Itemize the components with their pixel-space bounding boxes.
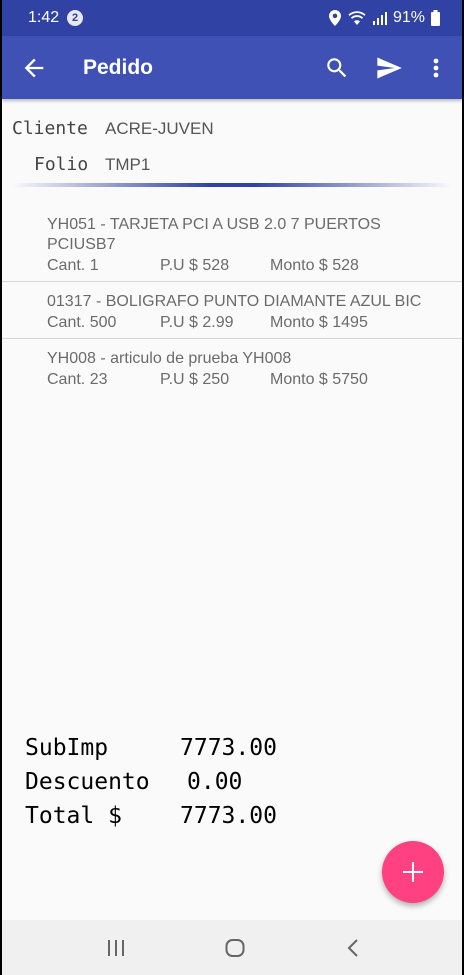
recent-apps-icon[interactable] <box>104 937 128 959</box>
back-nav-icon[interactable] <box>342 937 366 959</box>
page-title: Pedido <box>83 56 154 79</box>
screen: 1:42 2 91% Pedido Cliente ACRE-JUVEN Fol… <box>2 0 462 975</box>
item-quantity: Cant. 1 <box>47 257 99 274</box>
folio-value: TMP1 <box>105 155 151 174</box>
header-divider <box>12 183 452 187</box>
wifi-icon <box>347 10 367 26</box>
item-quantity: Cant. 23 <box>47 371 108 388</box>
status-bar: 1:42 2 91% <box>2 0 462 36</box>
cliente-label: Cliente <box>12 118 88 139</box>
signal-icon <box>372 10 387 26</box>
phone-frame: 1:42 2 91% Pedido Cliente ACRE-JUVEN Fol… <box>0 0 464 975</box>
subimp-value: 7773.00 <box>180 735 277 761</box>
order-item[interactable]: 01317 - BOLIGRAFO PUNTO DIAMANTE AZUL BI… <box>2 282 462 339</box>
battery-text: 91% <box>392 9 425 26</box>
item-details-row: Cant. 1 P.U $ 528 Monto $ 528 <box>47 257 462 279</box>
item-unit-price: P.U $ 250 <box>160 371 230 388</box>
system-nav-bar <box>2 920 462 975</box>
status-icons: 91% <box>328 8 440 28</box>
order-item[interactable]: YH051 - TARJETA PCI A USB 2.0 7 PUERTOS … <box>2 205 462 282</box>
descuento-label: Descuento <box>25 769 150 795</box>
item-amount: Monto $ 5750 <box>270 371 368 388</box>
item-details-row: Cant. 23 P.U $ 250 Monto $ 5750 <box>47 371 462 393</box>
notification-count-badge: 2 <box>67 10 83 26</box>
item-quantity: Cant. 500 <box>47 314 117 331</box>
more-vert-icon[interactable] <box>427 54 445 82</box>
folio-label: Folio <box>34 154 89 175</box>
back-arrow-icon[interactable] <box>20 54 48 82</box>
subimp-label: SubImp <box>25 735 109 761</box>
item-amount: Monto $ 1495 <box>270 314 368 331</box>
home-icon[interactable] <box>223 937 247 959</box>
search-icon[interactable] <box>324 55 350 81</box>
item-description: 01317 - BOLIGRAFO PUNTO DIAMANTE AZUL BI… <box>47 293 422 310</box>
add-item-button[interactable] <box>382 841 444 903</box>
item-amount: Monto $ 528 <box>270 257 359 274</box>
descuento-value: 0.00 <box>187 769 243 795</box>
total-value: 7773.00 <box>180 803 277 829</box>
descuento-row: Descuento 0.00 <box>25 769 325 803</box>
item-details-row: Cant. 500 P.U $ 2.99 Monto $ 1495 <box>47 314 462 336</box>
cliente-value: ACRE-JUVEN <box>105 119 214 138</box>
subimp-row: SubImp 7773.00 <box>25 735 325 769</box>
order-item-list: YH051 - TARJETA PCI A USB 2.0 7 PUERTOS … <box>2 205 462 395</box>
battery-icon <box>431 10 440 26</box>
total-label: Total $ <box>25 803 122 829</box>
status-time: 1:42 <box>28 9 60 26</box>
order-item[interactable]: YH008 - articulo de prueba YH008 Cant. 2… <box>2 339 462 395</box>
plus-icon <box>403 862 423 882</box>
total-row: Total $ 7773.00 <box>25 803 325 837</box>
send-icon[interactable] <box>375 54 403 82</box>
location-icon <box>328 10 341 26</box>
item-unit-price: P.U $ 2.99 <box>160 314 234 331</box>
item-description: YH008 - articulo de prueba YH008 <box>47 350 292 367</box>
item-description: YH051 - TARJETA PCI A USB 2.0 7 PUERTOS … <box>47 216 381 253</box>
item-unit-price: P.U $ 528 <box>160 257 230 274</box>
app-bar: Pedido <box>2 36 462 99</box>
totals-panel: SubImp 7773.00 Descuento 0.00 Total $ 77… <box>25 735 325 837</box>
